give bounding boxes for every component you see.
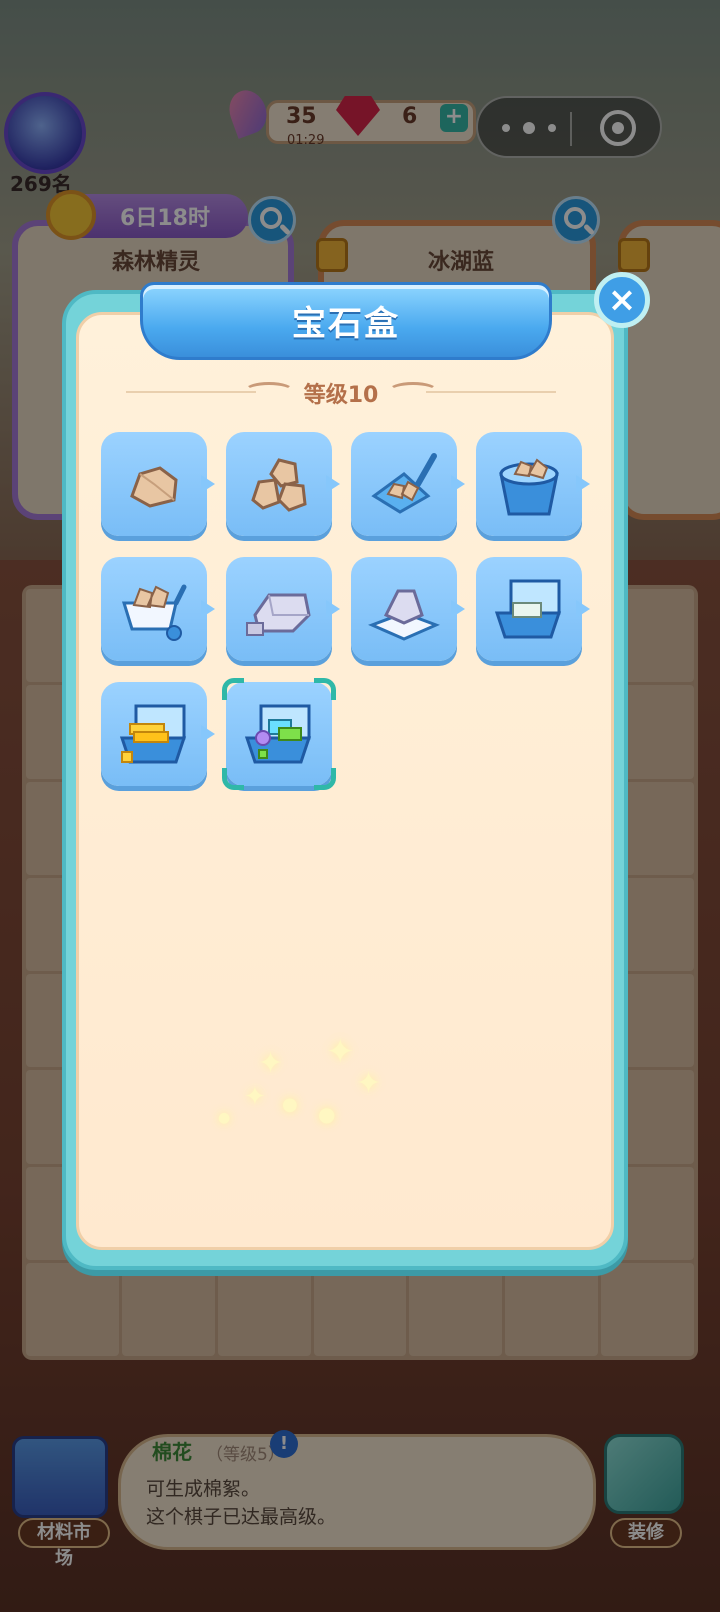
chain-item-2[interactable] bbox=[226, 432, 340, 536]
chain-item-4[interactable] bbox=[476, 432, 590, 536]
ore-bucket-icon bbox=[499, 458, 559, 516]
chain-item-6[interactable] bbox=[226, 557, 340, 661]
sparkle-icon: ✦ bbox=[258, 1046, 284, 1081]
silver-ingot-icon bbox=[246, 593, 311, 636]
ore-cart-icon bbox=[121, 584, 187, 641]
sparkle-icon: ✦ bbox=[356, 1066, 382, 1101]
sparkle-icon: ● bbox=[318, 1102, 336, 1126]
ore-scoop-icon bbox=[371, 453, 437, 514]
silver-ingot-case-icon bbox=[494, 579, 562, 639]
chain-item-8[interactable] bbox=[476, 557, 590, 661]
rock-pile-icon bbox=[251, 458, 307, 512]
small-rock-icon bbox=[130, 466, 178, 508]
chain-item-3[interactable] bbox=[351, 432, 465, 536]
level-label: 等级10 bbox=[303, 383, 379, 408]
chain-item-5[interactable] bbox=[101, 557, 215, 661]
modal-title: 宝石盒 bbox=[292, 304, 400, 344]
gold-bar-case-icon bbox=[119, 704, 187, 764]
close-button[interactable]: × bbox=[594, 272, 650, 328]
chain-item-7[interactable] bbox=[351, 557, 465, 661]
sparkle-icon: ✦ bbox=[326, 1032, 355, 1072]
chain-item-1[interactable] bbox=[101, 432, 215, 536]
chain-item-10-selected[interactable] bbox=[222, 678, 336, 790]
chain-item-9[interactable] bbox=[101, 682, 215, 786]
gem-box-icon bbox=[244, 704, 312, 764]
sparkle-icon: ● bbox=[282, 1094, 298, 1115]
silver-ingot-stack-icon bbox=[368, 589, 440, 641]
sparkle-icon: ● bbox=[218, 1110, 231, 1126]
sparkle-icon: ✦ bbox=[244, 1082, 266, 1112]
level-header: 等级10 bbox=[126, 374, 556, 410]
